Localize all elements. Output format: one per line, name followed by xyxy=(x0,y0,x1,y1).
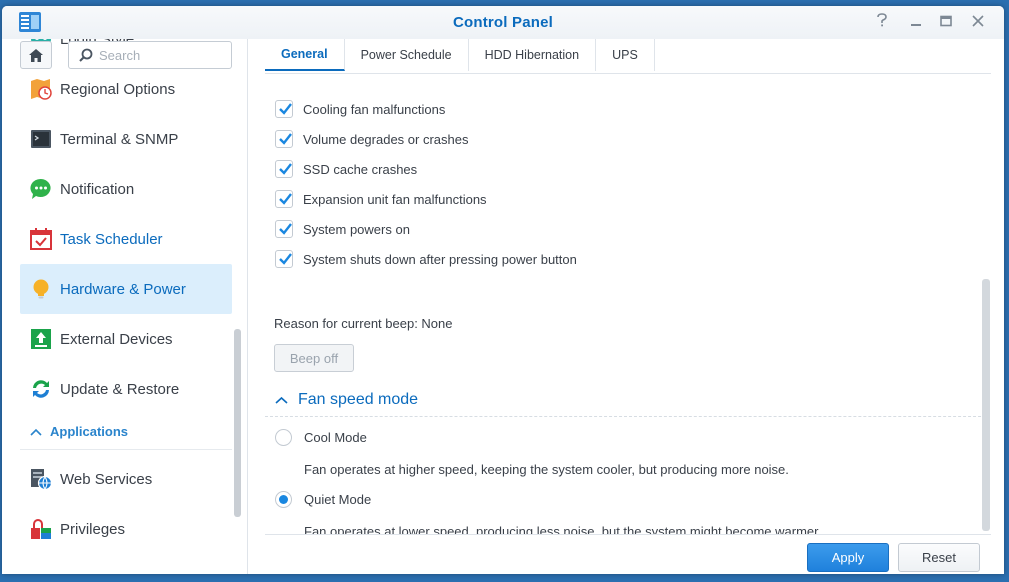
apply-button[interactable]: Apply xyxy=(807,543,889,572)
beep-off-button[interactable]: Beep off xyxy=(274,344,354,372)
beep-option[interactable]: System shuts down after pressing power b… xyxy=(275,248,577,270)
notification-icon xyxy=(30,178,51,199)
check-icon xyxy=(279,133,292,145)
fan-mode-quiet[interactable]: Quiet Mode xyxy=(275,491,371,508)
beep-option-label: SSD cache crashes xyxy=(303,161,418,177)
external-devices-icon xyxy=(31,329,51,349)
privileges-icon xyxy=(31,519,51,539)
checkbox[interactable] xyxy=(275,160,293,178)
fan-mode-label: Cool Mode xyxy=(304,430,367,445)
sidebar-item-web-services[interactable]: Web Services xyxy=(20,454,232,504)
sidebar-item-hardware-power[interactable]: Hardware & Power xyxy=(20,264,232,314)
sidebar-item-privileges[interactable]: Privileges xyxy=(20,504,232,554)
radio-button-selected[interactable] xyxy=(275,491,292,508)
checkbox[interactable] xyxy=(275,190,293,208)
sidebar-item-label: Privileges xyxy=(60,520,126,538)
search-input[interactable] xyxy=(99,47,224,64)
sidebar-item-task-scheduler[interactable]: Task Scheduler xyxy=(20,214,232,264)
content-fade xyxy=(265,75,985,83)
chevron-up-icon xyxy=(30,428,42,436)
search-icon xyxy=(79,48,93,62)
sidebar-scrollbar[interactable] xyxy=(234,329,241,517)
sidebar-nav: Login Style Regional Options Terminal & … xyxy=(20,39,232,554)
control-panel-window: Control Panel Login Style Regional Optio… xyxy=(2,6,1004,574)
reset-button[interactable]: Reset xyxy=(898,543,980,572)
tab-general[interactable]: General xyxy=(265,39,345,71)
check-icon xyxy=(279,253,292,265)
sidebar-item-label: External Devices xyxy=(60,330,173,348)
terminal-icon xyxy=(31,130,51,148)
checkbox[interactable] xyxy=(275,250,293,268)
task-scheduler-icon xyxy=(30,228,52,250)
fan-mode-cool[interactable]: Cool Mode xyxy=(275,429,367,446)
sidebar-item-label: Web Services xyxy=(60,470,153,488)
sidebar-item-notification[interactable]: Notification xyxy=(20,164,232,214)
beep-option-label: Expansion unit fan malfunctions xyxy=(303,191,487,207)
main-panel: General Power Schedule HDD Hibernation U… xyxy=(249,39,1004,574)
tabs-divider xyxy=(265,73,991,74)
sidebar-item-terminal-snmp[interactable]: Terminal & SNMP xyxy=(20,114,232,164)
fan-mode-label: Quiet Mode xyxy=(304,492,372,507)
sidebar: Login Style Regional Options Terminal & … xyxy=(2,39,248,574)
section-applications[interactable]: Applications xyxy=(20,414,232,450)
tab-bar: General Power Schedule HDD Hibernation U… xyxy=(265,39,655,71)
beep-reason: Reason for current beep: None xyxy=(274,316,453,331)
home-button[interactable] xyxy=(20,41,52,69)
tab-hdd-hibernation[interactable]: HDD Hibernation xyxy=(469,39,597,71)
fan-speed-title: Fan speed mode xyxy=(298,391,419,408)
minimize-icon[interactable] xyxy=(906,13,926,33)
beep-option-label: Volume degrades or crashes xyxy=(303,131,469,147)
beep-option[interactable]: SSD cache crashes xyxy=(275,158,417,180)
tab-ups[interactable]: UPS xyxy=(596,39,655,71)
chevron-up-icon xyxy=(275,396,288,404)
section-divider xyxy=(265,416,985,417)
tab-power-schedule[interactable]: Power Schedule xyxy=(345,39,469,71)
beep-option[interactable]: Expansion unit fan malfunctions xyxy=(275,188,487,210)
sidebar-item-label: Hardware & Power xyxy=(60,280,186,298)
fan-mode-description: Fan operates at higher speed, keeping th… xyxy=(304,462,789,477)
general-content: Cooling fan malfunctions Volume degrades… xyxy=(265,75,985,535)
section-label: Applications xyxy=(50,424,129,439)
check-icon xyxy=(279,103,292,115)
check-icon xyxy=(279,163,292,175)
update-restore-icon xyxy=(33,380,49,398)
lightbulb-icon xyxy=(33,279,49,299)
checkbox[interactable] xyxy=(275,130,293,148)
sidebar-item-update-restore[interactable]: Update & Restore xyxy=(20,364,232,414)
beep-option-label: Cooling fan malfunctions xyxy=(303,101,446,117)
sidebar-item-label: Regional Options xyxy=(60,80,176,98)
help-icon[interactable] xyxy=(872,13,892,33)
fan-speed-section-header[interactable]: Fan speed mode xyxy=(275,391,418,409)
search-box[interactable] xyxy=(68,41,232,69)
beep-option[interactable]: Volume degrades or crashes xyxy=(275,128,468,150)
sidebar-item-label: Task Scheduler xyxy=(60,230,163,248)
title-bar: Control Panel xyxy=(2,6,1004,39)
content-scrollbar[interactable] xyxy=(982,279,990,531)
sidebar-item-label: Update & Restore xyxy=(60,380,180,398)
close-icon[interactable] xyxy=(968,13,988,33)
sidebar-fade xyxy=(2,69,247,79)
sidebar-item-label: Notification xyxy=(60,180,135,198)
sidebar-item-label: Terminal & SNMP xyxy=(60,130,179,148)
check-icon xyxy=(279,193,292,205)
checkbox[interactable] xyxy=(275,100,293,118)
beep-option-label: System powers on xyxy=(303,221,410,237)
beep-option[interactable]: System powers on xyxy=(275,218,410,240)
check-icon xyxy=(279,223,292,235)
window-title: Control Panel xyxy=(452,14,554,31)
footer-divider xyxy=(265,534,991,535)
checkbox[interactable] xyxy=(275,220,293,238)
beep-option-label: System shuts down after pressing power b… xyxy=(303,251,577,267)
web-services-icon xyxy=(31,469,52,490)
radio-button[interactable] xyxy=(275,429,292,446)
regional-options-icon xyxy=(31,79,52,100)
sidebar-item-external-devices[interactable]: External Devices xyxy=(20,314,232,364)
home-icon xyxy=(29,48,43,62)
maximize-icon[interactable] xyxy=(936,13,956,33)
beep-option[interactable]: Cooling fan malfunctions xyxy=(275,98,445,120)
